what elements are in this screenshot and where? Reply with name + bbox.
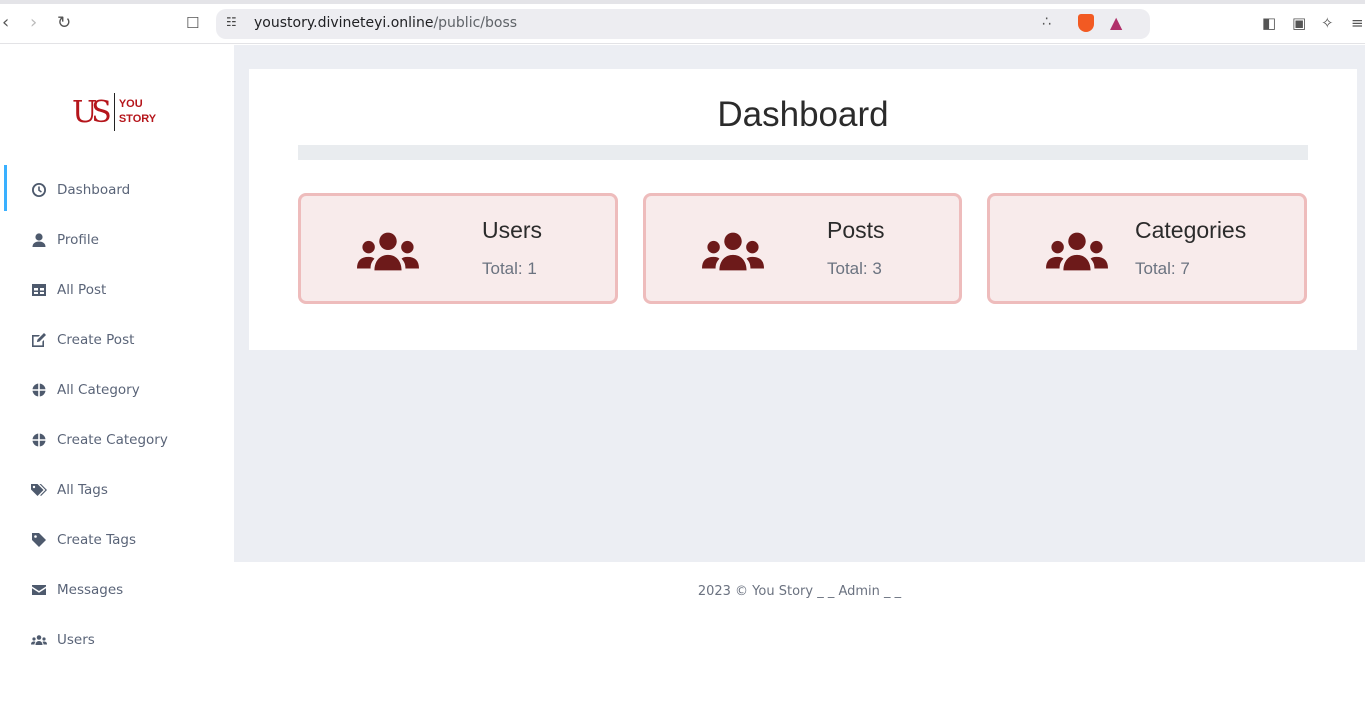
url-host: youstory.divineteyi.online	[254, 15, 434, 31]
divider-bar	[298, 145, 1308, 160]
share-icon[interactable]: ∴	[1042, 14, 1051, 30]
users-icon	[702, 232, 764, 271]
sidebar: US YOU STORY Dashboard Profile All Post C…	[0, 45, 234, 707]
table-icon	[32, 284, 46, 296]
users-icon	[31, 635, 47, 645]
page-title: Dashboard	[717, 95, 889, 134]
sidebar-item-label: Users	[57, 632, 95, 648]
sidebar-item-create-tags[interactable]: Create Tags	[0, 515, 234, 565]
sidebar-item-label: All Category	[57, 382, 140, 398]
sidebar-item-label: All Post	[57, 282, 107, 298]
sidebar-item-all-post[interactable]: All Post	[0, 265, 234, 315]
sidebar-item-users[interactable]: Users	[0, 615, 234, 665]
sidebar-item-label: Messages	[57, 582, 124, 598]
logo-divider	[113, 93, 115, 131]
menu-icon[interactable]: ≡	[1351, 12, 1364, 34]
logo-monogram: US	[72, 94, 112, 130]
clock-icon	[32, 183, 46, 197]
sidebar-item-create-post[interactable]: Create Post	[0, 315, 234, 365]
sidebar-item-label: All Tags	[57, 482, 108, 498]
wallet-icon[interactable]: ▣	[1292, 12, 1306, 34]
users-icon	[1046, 232, 1108, 271]
rewards-icon[interactable]: ▲	[1110, 13, 1122, 32]
stat-card-categories[interactable]: Categories Total: 7	[987, 193, 1307, 304]
tags-icon	[31, 484, 47, 496]
sidebar-item-label: Profile	[57, 232, 99, 248]
site-settings-icon[interactable]: ☷	[226, 15, 237, 29]
stat-card-users[interactable]: Users Total: 1	[298, 193, 618, 304]
user-icon	[32, 233, 46, 247]
brave-shields-icon[interactable]	[1078, 14, 1094, 32]
footer-text: 2023 © You Story _ _ Admin _ _	[697, 584, 902, 599]
sidebar-item-create-category[interactable]: Create Category	[0, 415, 234, 465]
leo-ai-icon[interactable]: ✧	[1321, 12, 1334, 34]
card-title: Users	[482, 217, 543, 243]
back-icon[interactable]: ‹	[2, 12, 9, 34]
browser-toolbar: ‹ › ↻ ☐ ☷ youstory.divineteyi.online/pub…	[0, 4, 1365, 44]
card-title: Categories	[1135, 217, 1247, 243]
url-path: /public/boss	[433, 15, 518, 31]
card-total: Total: 1	[482, 259, 537, 278]
card-total: Total: 3	[827, 259, 882, 278]
dashboard-panel: Dashboard Users Total: 1 Posts Total: 3 …	[249, 69, 1357, 350]
sidebar-nav: Dashboard Profile All Post Create Post A…	[0, 165, 234, 665]
users-icon	[357, 232, 419, 271]
sidebar-item-all-tags[interactable]: All Tags	[0, 465, 234, 515]
forward-icon[interactable]: ›	[30, 12, 37, 34]
sidebar-item-all-category[interactable]: All Category	[0, 365, 234, 415]
globe-icon	[32, 433, 46, 447]
logo-text-story: STORY	[118, 113, 157, 125]
edit-icon	[32, 333, 46, 347]
card-title: Posts	[827, 217, 885, 243]
address-bar[interactable]: ☷ youstory.divineteyi.online/public/boss…	[216, 9, 1150, 39]
sidebar-item-dashboard[interactable]: Dashboard	[0, 165, 234, 215]
bookmark-icon[interactable]: ☐	[186, 12, 199, 34]
envelope-icon	[32, 585, 46, 595]
sidebar-item-messages[interactable]: Messages	[0, 565, 234, 615]
sidebar-item-label: Create Post	[57, 332, 135, 348]
logo[interactable]: US YOU STORY	[72, 93, 156, 131]
card-total: Total: 7	[1135, 259, 1190, 278]
sidebar-icon[interactable]: ◧	[1262, 12, 1276, 34]
stat-card-posts[interactable]: Posts Total: 3	[643, 193, 962, 304]
logo-text-you: YOU	[118, 98, 143, 110]
globe-icon	[32, 383, 46, 397]
sidebar-item-label: Create Category	[57, 432, 168, 448]
footer: 2023 © You Story _ _ Admin _ _	[234, 562, 1365, 707]
reload-icon[interactable]: ↻	[57, 12, 71, 34]
sidebar-item-label: Dashboard	[57, 182, 131, 198]
tag-icon	[32, 533, 46, 547]
sidebar-item-label: Create Tags	[57, 532, 137, 548]
sidebar-item-profile[interactable]: Profile	[0, 215, 234, 265]
main-content: Dashboard Users Total: 1 Posts Total: 3 …	[234, 45, 1365, 562]
